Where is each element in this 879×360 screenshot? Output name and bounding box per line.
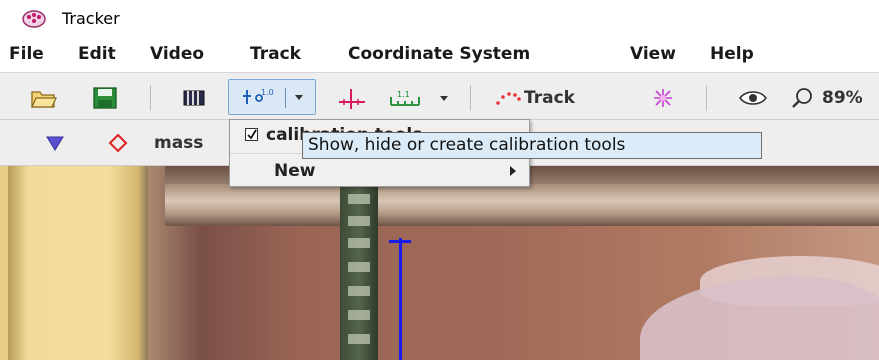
ruler-mark xyxy=(348,334,370,344)
button-divider xyxy=(285,88,286,108)
ruler-mark xyxy=(348,262,370,272)
title-bar: Tracker xyxy=(0,0,879,36)
ruler-strip xyxy=(340,174,378,360)
tape-measure-icon[interactable]: 1.1 xyxy=(388,87,422,109)
track-button-label[interactable]: Track xyxy=(524,87,575,109)
submenu-arrow-icon xyxy=(510,166,516,176)
menu-coordinate-system[interactable]: Coordinate System xyxy=(348,44,530,64)
tracker-app-icon xyxy=(22,10,46,28)
toolbar-separator xyxy=(706,85,707,111)
mass-marker-icon xyxy=(108,133,128,153)
main-toolbar: 1.0 1.1 Track 89% xyxy=(0,72,879,120)
coordinate-axis[interactable] xyxy=(399,238,402,360)
eye-icon[interactable] xyxy=(738,87,768,109)
menu-bar: File Edit Video Track Coordinate System … xyxy=(0,36,879,70)
chevron-down-icon[interactable] xyxy=(440,96,448,101)
video-frame[interactable] xyxy=(0,166,879,360)
ruler-mark xyxy=(348,216,370,226)
video-background xyxy=(8,166,148,360)
sparkle-icon[interactable] xyxy=(650,87,676,109)
ruler-mark xyxy=(348,310,370,320)
checkmark-icon xyxy=(247,129,257,140)
open-folder-icon[interactable] xyxy=(30,87,58,109)
menu-item-new[interactable]: New xyxy=(274,160,315,182)
selector-triangle-icon[interactable] xyxy=(45,134,65,152)
zoom-magnifier-icon[interactable] xyxy=(790,87,816,109)
menu-edit[interactable]: Edit xyxy=(78,44,116,64)
zoom-level[interactable]: 89% xyxy=(822,87,863,109)
visible-checkbox[interactable] xyxy=(245,128,258,141)
calibration-tools-icon: 1.0 xyxy=(243,88,274,104)
video-background xyxy=(165,184,879,226)
menu-view[interactable]: View xyxy=(630,44,676,64)
save-disk-icon[interactable] xyxy=(92,87,118,109)
calibration-tools-button[interactable]: 1.0 xyxy=(228,79,316,115)
clip-settings-icon[interactable] xyxy=(182,87,206,109)
menu-track[interactable]: Track xyxy=(250,44,301,64)
menu-help[interactable]: Help xyxy=(710,44,754,64)
ruler-mark xyxy=(348,238,370,248)
track-points-icon[interactable] xyxy=(494,87,522,109)
ruler-mark xyxy=(348,194,370,204)
chevron-down-icon[interactable] xyxy=(295,95,303,100)
axes-icon[interactable] xyxy=(336,87,366,109)
toolbar-separator xyxy=(150,85,151,111)
ruler-mark xyxy=(348,286,370,296)
coordinate-origin[interactable] xyxy=(389,240,411,243)
video-background xyxy=(640,276,879,360)
track-selector-label[interactable]: mass xyxy=(154,132,203,154)
menu-video[interactable]: Video xyxy=(150,44,204,64)
toolbar-separator xyxy=(470,85,471,111)
tooltip: Show, hide or create calibration tools xyxy=(302,132,762,159)
window-title: Tracker xyxy=(62,9,120,28)
svg-text:1.0: 1.0 xyxy=(261,88,274,97)
svg-text:1.1: 1.1 xyxy=(397,90,410,99)
menu-file[interactable]: File xyxy=(9,44,44,64)
